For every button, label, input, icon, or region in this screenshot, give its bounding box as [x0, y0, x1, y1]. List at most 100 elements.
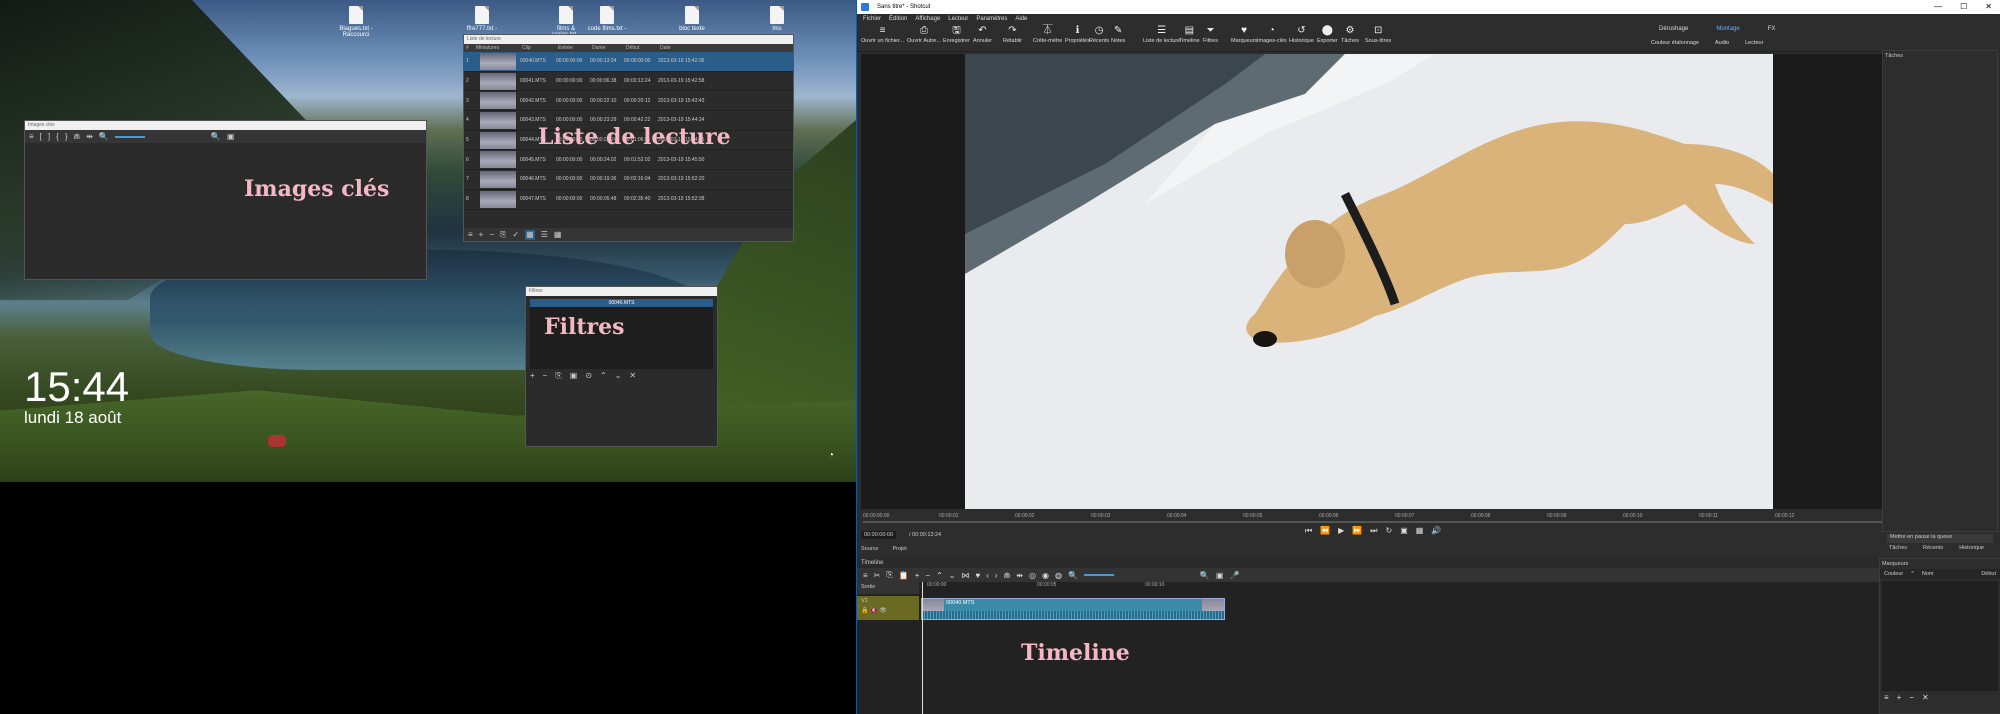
layout-logging[interactable]: Dérushage: [1659, 26, 1688, 32]
loop-icon[interactable]: ↻: [1386, 526, 1393, 536]
skip-start-icon[interactable]: ⏮: [1305, 526, 1312, 536]
playhead[interactable]: [922, 582, 923, 714]
layout-audio[interactable]: Audio: [1715, 40, 1729, 46]
in-bracket-icon[interactable]: [: [40, 132, 42, 142]
playlist-row[interactable]: 1 00040.MTS 00:00:00:00 00:00:13:24 00:00:00…: [464, 52, 793, 72]
ripple-all-icon[interactable]: ◉: [1042, 571, 1049, 580]
tab-project[interactable]: Projet: [892, 546, 906, 552]
track-v1[interactable]: V1 🔒 🔇 👁: [857, 596, 919, 620]
rewind-icon[interactable]: ⏪: [1320, 526, 1330, 536]
append-icon[interactable]: +: [915, 571, 920, 580]
toolbar-button[interactable]: ⏷ Filtres: [1203, 24, 1218, 44]
paste-filter-icon[interactable]: ▣: [570, 371, 578, 381]
add-filter-icon[interactable]: +: [530, 371, 535, 381]
desktop-icon[interactable]: code films.txt -: [587, 6, 627, 32]
remove-filter-icon[interactable]: −: [543, 371, 548, 381]
toolbar-button[interactable]: ≡ Ouvrir un fichier...: [861, 24, 904, 44]
preset-icon[interactable]: ⊙: [585, 371, 592, 381]
paste-icon[interactable]: 📋: [899, 571, 909, 580]
toolbar-button[interactable]: ⚙ Tâches: [1341, 24, 1359, 44]
zoom-fit-icon[interactable]: ▣: [1216, 571, 1224, 580]
move-down-icon[interactable]: ⌄: [615, 371, 622, 381]
playlist-row[interactable]: 8 00047.MTS 00:00:00:00 00:00:05:48 00:02:35…: [464, 190, 793, 210]
timeline-clip[interactable]: 00040.MTS: [921, 598, 1225, 620]
volume-icon[interactable]: 🔊: [1431, 526, 1441, 536]
prev-marker-icon[interactable]: ‹: [986, 571, 989, 580]
minimize-icon[interactable]: —: [1934, 2, 1942, 11]
desktop-icon[interactable]: bloc texte: [672, 6, 712, 32]
toolbar-button[interactable]: ℹ Propriétés: [1065, 24, 1090, 44]
zoom-out-icon[interactable]: 🔍: [1068, 571, 1078, 580]
grid-icon[interactable]: ▦: [1416, 526, 1424, 536]
toolbar-button[interactable]: ⏄ Crête-mètre: [1033, 24, 1062, 44]
copy-filter-icon[interactable]: ⎘: [555, 371, 561, 381]
desktop-icon[interactable]: Blagues.txt - Raccourci: [336, 6, 376, 38]
toolbar-button[interactable]: 🖫 Enregistrer: [943, 24, 970, 44]
view-details-icon[interactable]: ▦: [525, 229, 535, 240]
zoom-slider[interactable]: [114, 135, 145, 138]
scrub-icon[interactable]: ⇹: [1016, 571, 1023, 580]
toolbar-button[interactable]: ▤ Timeline: [1179, 24, 1200, 44]
toolbar-button[interactable]: ◔ Images-clés: [1257, 24, 1287, 44]
layout-editing[interactable]: Montage: [1716, 26, 1739, 32]
zoom-icon[interactable]: ▣: [1400, 526, 1408, 536]
overwrite-icon[interactable]: ⌄: [949, 571, 956, 580]
zoom-in-icon[interactable]: 🔍: [1200, 571, 1210, 580]
video-preview[interactable]: [965, 54, 1773, 509]
toolbar-button[interactable]: ↶ Annuler: [973, 24, 992, 44]
snap-icon[interactable]: ⋒: [1004, 571, 1011, 580]
accessibility-icon[interactable]: ◔: [828, 450, 834, 461]
zoom-out-icon[interactable]: 🔍: [99, 132, 109, 142]
add-icon[interactable]: +: [479, 230, 484, 240]
menu-fichier[interactable]: Fichier: [863, 14, 881, 24]
desktop-icon[interactable]: ffre777.txt -: [462, 6, 502, 32]
snap-icon[interactable]: ⋒: [73, 132, 80, 142]
play-icon[interactable]: ▶: [1338, 526, 1344, 536]
check-icon[interactable]: ✓: [512, 230, 519, 240]
toolbar-button[interactable]: ↷ Rétablir: [1003, 24, 1022, 44]
toolbar-button[interactable]: ⬤ Exporter: [1317, 24, 1338, 44]
menu-icon[interactable]: ≡: [29, 132, 34, 142]
menu-aide[interactable]: Aide: [1015, 14, 1027, 24]
layout-player[interactable]: Lecteur: [1745, 40, 1763, 46]
playlist-row[interactable]: 6 00045.MTS 00:00:00:00 00:00:24:02 00:01:52…: [464, 150, 793, 171]
toolbar-button[interactable]: ◷ Récents: [1089, 24, 1109, 44]
ripple-markers-icon[interactable]: ◍: [1055, 571, 1062, 580]
next-marker-icon[interactable]: ›: [995, 571, 998, 580]
close-icon[interactable]: ✕: [1985, 2, 1992, 11]
tab-jobs[interactable]: Tâches: [1889, 545, 1907, 551]
toolbar-button[interactable]: ✎ Notes: [1111, 24, 1125, 44]
menu-parametres[interactable]: Paramètres: [976, 14, 1007, 24]
remove-marker-icon[interactable]: −: [1909, 693, 1914, 702]
menu-icon[interactable]: ≡: [1884, 693, 1889, 702]
pause-queue-button[interactable]: Mettre en pause la queue: [1887, 534, 1993, 543]
menu-lecteur[interactable]: Lecteur: [948, 14, 968, 24]
update-icon[interactable]: ⎘: [500, 230, 506, 240]
zoom-in-icon[interactable]: 🔍: [211, 132, 221, 142]
view-grid-icon[interactable]: ▦: [554, 230, 562, 240]
toolbar-button[interactable]: ↺ Historique: [1289, 24, 1314, 44]
tab-recent[interactable]: Récents: [1923, 545, 1943, 551]
ripple-icon[interactable]: ◎: [1029, 571, 1036, 580]
menu-icon[interactable]: ≡: [863, 571, 868, 580]
split-icon[interactable]: ⋈: [962, 571, 970, 580]
move-up-icon[interactable]: ⌃: [600, 371, 607, 381]
playlist-row[interactable]: 2 00041.MTS 00:00:00:00 00:00:06:38 00:00:13…: [464, 72, 793, 92]
out-bracket-icon[interactable]: ]: [48, 132, 50, 142]
timeline-ruler[interactable]: 00:00:00 00:00:05 00:00:10: [921, 582, 1881, 592]
toolbar-button[interactable]: ⎙ Ouvrir Autre...: [907, 24, 941, 44]
copy-icon[interactable]: ⎘: [886, 570, 892, 580]
markers-list[interactable]: [1882, 581, 1998, 691]
cut-icon[interactable]: ✂: [874, 571, 881, 580]
add-marker-icon[interactable]: +: [1897, 693, 1902, 702]
zoom-slider[interactable]: [1083, 574, 1114, 576]
playlist-row[interactable]: 7 00046.MTS 00:00:00:00 00:00:19:36 00:02:16…: [464, 170, 793, 190]
timeline-tracks[interactable]: Sortie V1 🔒 🔇 👁 00:00:00 00:00:05 00:00:…: [857, 582, 1879, 714]
desktop-icon[interactable]: lms: [757, 6, 797, 32]
marker-icon[interactable]: ♥: [976, 571, 981, 580]
remove-icon[interactable]: −: [489, 230, 494, 240]
view-list-icon[interactable]: ☰: [541, 230, 548, 240]
menu-icon[interactable]: ≡: [468, 230, 473, 240]
skip-end-icon[interactable]: ⏭: [1370, 526, 1377, 536]
zoom-fit-icon[interactable]: ▣: [227, 132, 235, 142]
